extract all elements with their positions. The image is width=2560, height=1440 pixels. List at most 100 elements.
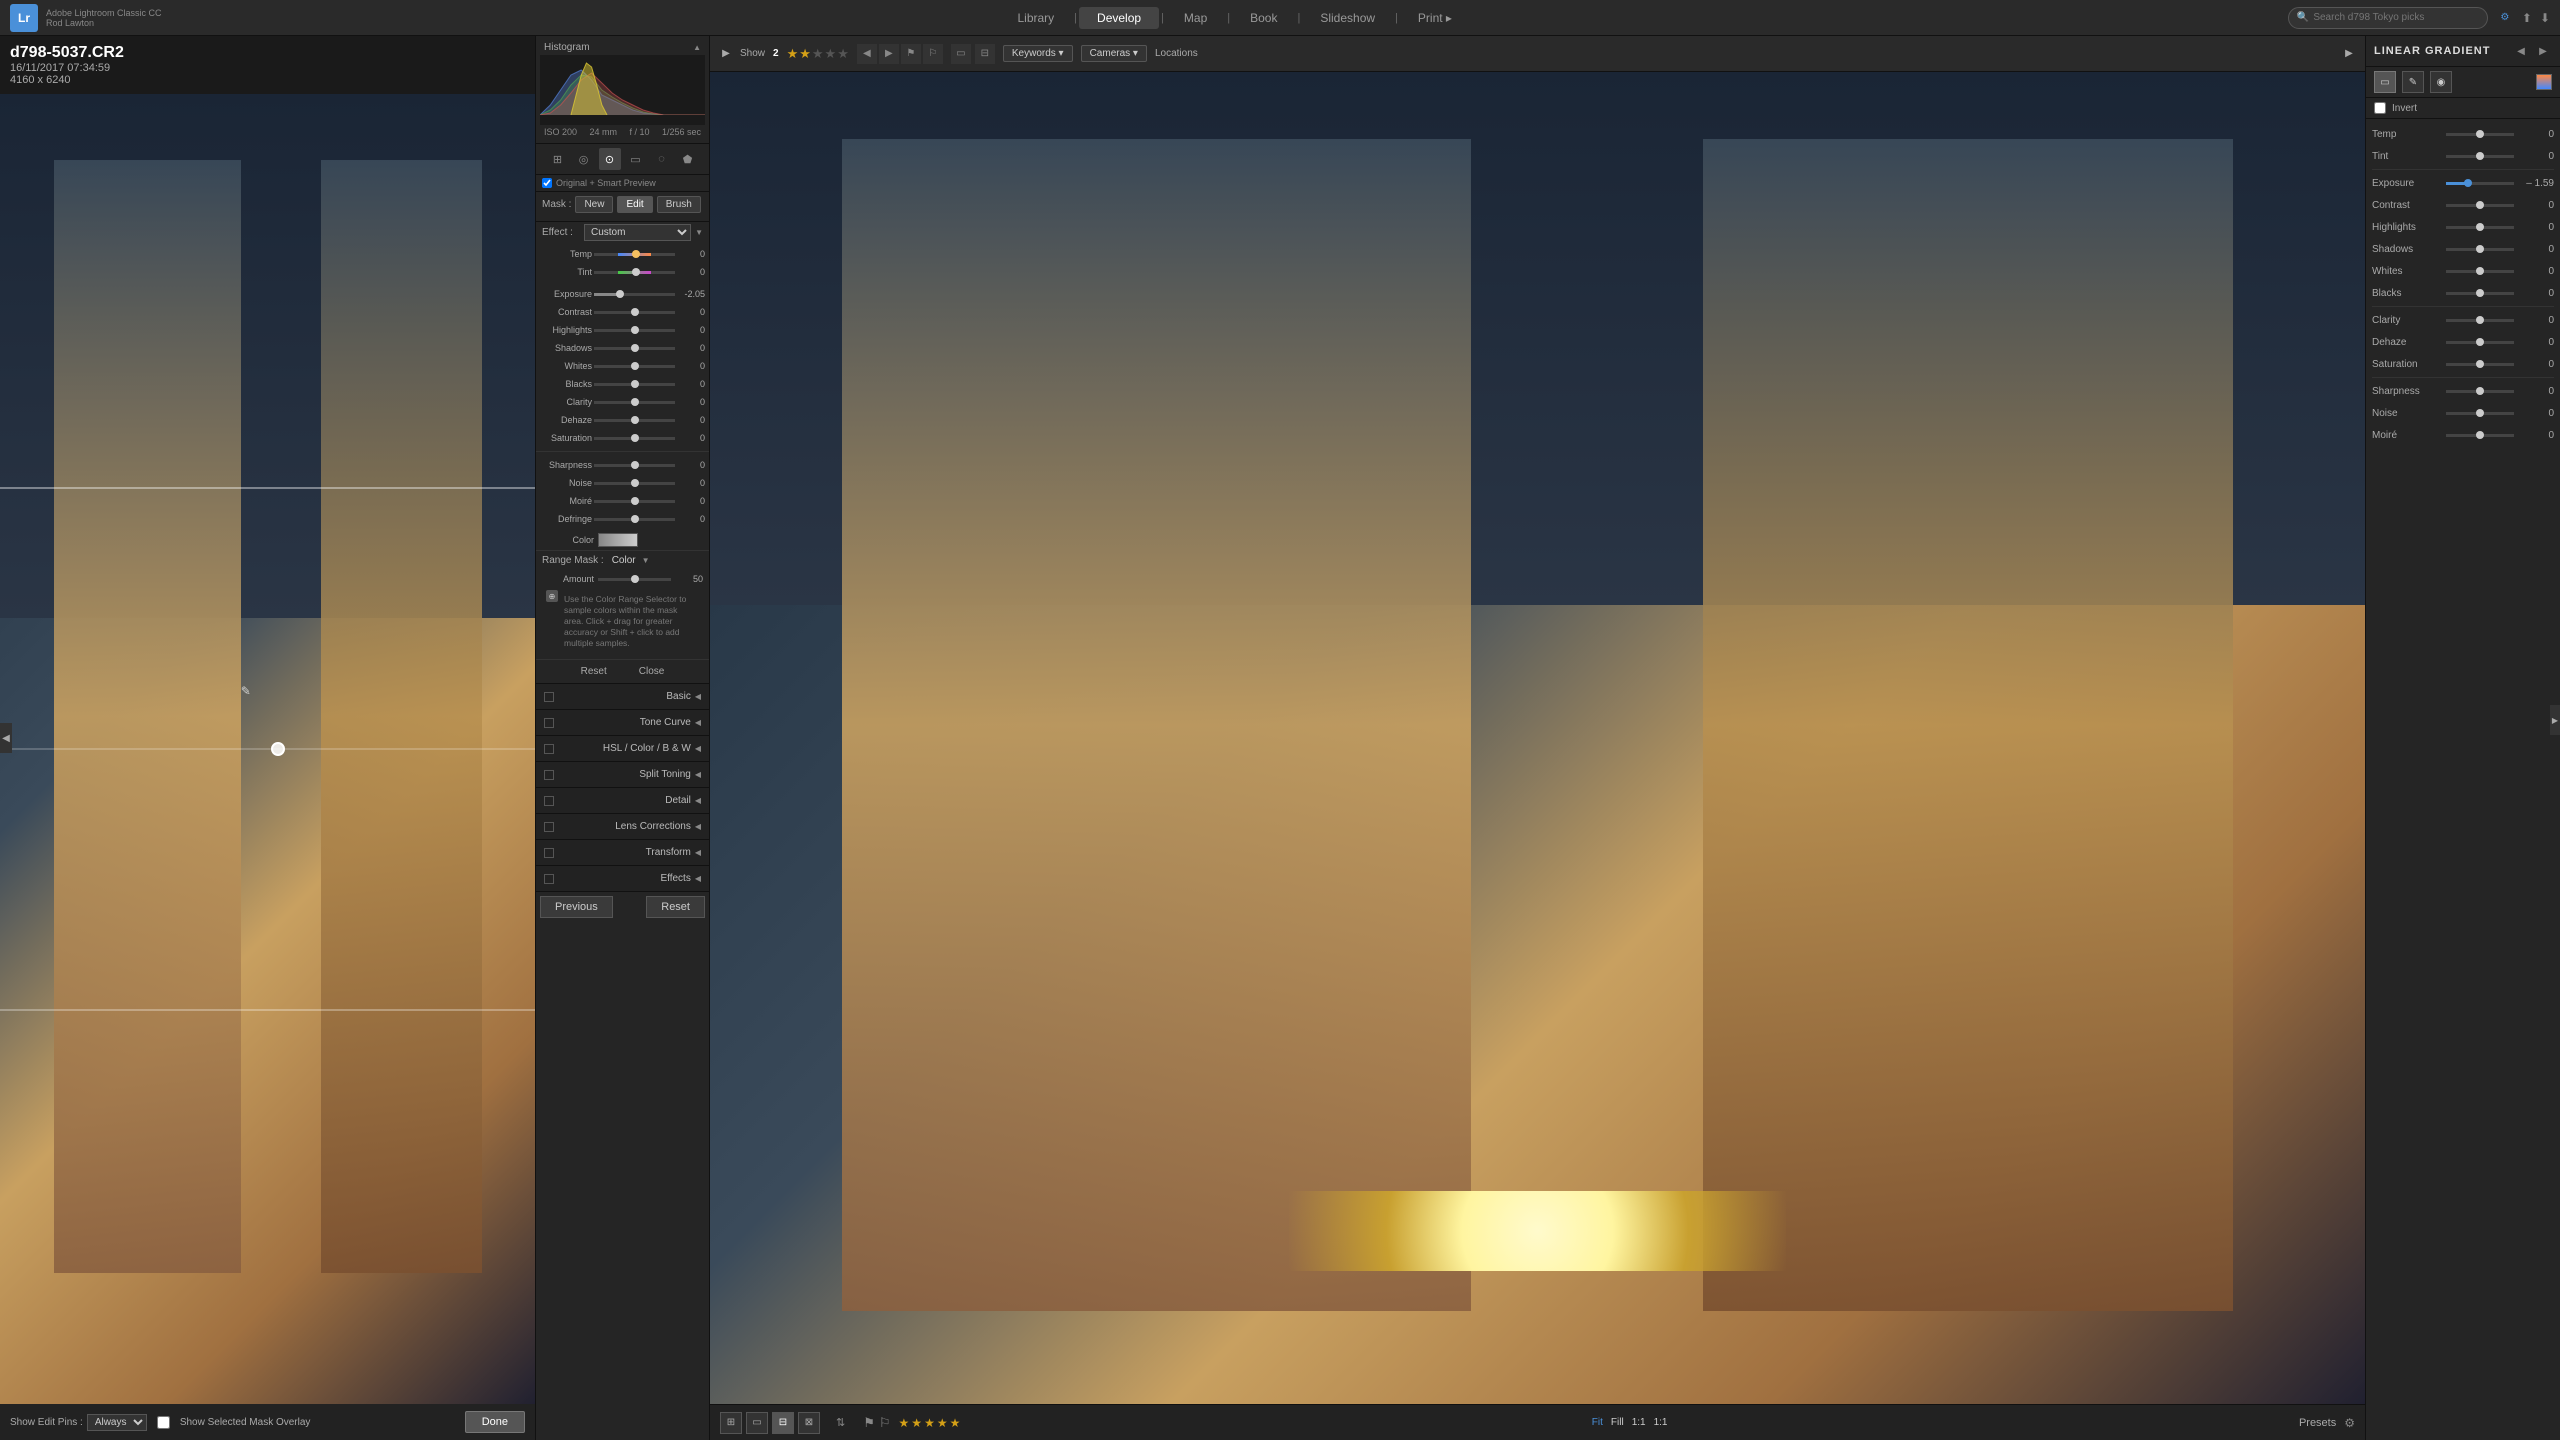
split-toning-toggle[interactable] [544,770,554,780]
tab-map[interactable]: Map [1166,7,1225,29]
fill-zoom[interactable]: Fill [1611,1417,1624,1428]
rp-shadows-track[interactable] [2446,248,2514,251]
red-eye-tool[interactable]: ⊙ [599,148,621,170]
filter-icon[interactable]: ⚙ [2496,9,2514,27]
rp-exposure-track[interactable] [2446,182,2514,185]
zoom-level[interactable]: 1:1 [1654,1417,1668,1428]
effects-toggle[interactable] [544,874,554,884]
previous-button[interactable]: Previous [540,896,613,918]
shadows-track[interactable] [594,347,675,350]
saturation-track[interactable] [594,437,675,440]
rp-highlights-track[interactable] [2446,226,2514,229]
one-to-one-zoom[interactable]: 1:1 [1632,1417,1646,1428]
tab-book[interactable]: Book [1232,7,1295,29]
smart-preview-checkbox[interactable] [542,178,552,188]
sort-button[interactable]: ⇅ [836,1416,845,1429]
invert-checkbox[interactable] [2374,102,2386,114]
survey-view-icon[interactable]: ⊠ [798,1412,820,1434]
rp-clarity-track[interactable] [2446,319,2514,322]
amount-track[interactable] [598,578,671,581]
compare-view-icon[interactable]: ⊟ [975,44,995,64]
fit-zoom[interactable]: Fit [1592,1417,1603,1428]
reset-all-button[interactable]: Reset [646,896,705,918]
exposure-track[interactable] [594,293,675,296]
settings-icon[interactable]: ⚙ [2344,1416,2355,1430]
done-button[interactable]: Done [465,1411,525,1433]
transform-section-header[interactable]: Transform ◀ [536,839,709,865]
show-edit-pins-select[interactable]: Always Never Auto [87,1414,147,1431]
detail-toggle[interactable] [544,796,554,806]
range-mask-dropdown-icon[interactable]: ▼ [642,556,650,565]
contrast-track[interactable] [594,311,675,314]
split-toning-section-header[interactable]: Split Toning ◀ [536,761,709,787]
flag-bottom-icon[interactable]: ⚑ [863,1415,875,1431]
adjustment-brush-tool[interactable]: ⬟ [677,148,699,170]
sharpness-track[interactable] [594,464,675,467]
rp-noise-track[interactable] [2446,412,2514,415]
close-button[interactable]: Close [633,664,671,679]
star-1[interactable]: ★ [787,46,799,62]
flag-icon[interactable]: ⚑ [901,44,921,64]
rp-whites-track[interactable] [2446,270,2514,273]
grid-view-icon[interactable]: ⊞ [720,1412,742,1434]
lens-toggle[interactable] [544,822,554,832]
download-icon[interactable]: ⬇ [2540,11,2550,25]
hsl-section-header[interactable]: HSL / Color / B & W ◀ [536,735,709,761]
lens-corrections-section-header[interactable]: Lens Corrections ◀ [536,813,709,839]
bottom-star-3[interactable]: ★ [924,1416,935,1430]
crop-tool[interactable]: ⊞ [547,148,569,170]
spot-removal-tool[interactable]: ◎ [573,148,595,170]
tab-develop[interactable]: Develop [1079,7,1159,29]
compare-view-icon-2[interactable]: ⊟ [772,1412,794,1434]
detail-section-header[interactable]: Detail ◀ [536,787,709,813]
gradient-paint-tool[interactable]: ✎ [2402,71,2424,93]
mask-overlay-checkbox[interactable] [157,1416,170,1429]
search-input[interactable] [2313,12,2479,23]
clarity-track[interactable] [594,401,675,404]
tab-slideshow[interactable]: Slideshow [1302,7,1393,29]
rp-moire-track[interactable] [2446,434,2514,437]
cameras-button[interactable]: Cameras ▾ [1081,45,1147,62]
tint-track[interactable] [594,271,675,274]
reset-button[interactable]: Reset [575,664,613,679]
prev-nav-icon[interactable]: ◀ [857,44,877,64]
panel-back-icon[interactable]: ◀ [2512,42,2530,60]
bottom-star-4[interactable]: ★ [937,1416,948,1430]
transform-toggle[interactable] [544,848,554,858]
color-swatch[interactable] [598,533,638,547]
unflag-bottom-icon[interactable]: ⚐ [879,1415,891,1431]
tab-print[interactable]: Print ▸ [1400,7,1470,29]
expand-right-arrow[interactable]: ▶ [2343,44,2355,64]
effects-section-header[interactable]: Effects ◀ [536,865,709,891]
gradient-color-tool[interactable]: ◉ [2430,71,2452,93]
expand-left-arrow[interactable]: ◀ [0,723,12,753]
effect-select[interactable]: Custom Lighten Darken [584,224,691,241]
upload-icon[interactable]: ⬆ [2522,11,2532,25]
brush-button[interactable]: Brush [657,196,701,213]
rp-contrast-track[interactable] [2446,204,2514,207]
radial-filter-tool[interactable]: ◌ [651,148,673,170]
blacks-track[interactable] [594,383,675,386]
expand-right-left-arrow[interactable]: ▶ [720,44,732,64]
bottom-star-5[interactable]: ★ [950,1416,961,1430]
star-2[interactable]: ★ [799,46,811,62]
rp-sharpness-track[interactable] [2446,390,2514,393]
hsl-toggle[interactable] [544,744,554,754]
loupe-view-icon[interactable]: ▭ [746,1412,768,1434]
whites-track[interactable] [594,365,675,368]
rp-saturation-track[interactable] [2446,363,2514,366]
tab-library[interactable]: Library [999,7,1072,29]
rp-tint-track[interactable] [2446,155,2514,158]
graduated-filter-tool[interactable]: ▭ [625,148,647,170]
highlights-track[interactable] [594,329,675,332]
rp-dehaze-track[interactable] [2446,341,2514,344]
edit-button[interactable]: Edit [617,196,652,213]
rp-temp-track[interactable] [2446,133,2514,136]
dehaze-track[interactable] [594,419,675,422]
bottom-star-2[interactable]: ★ [911,1416,922,1430]
star-4[interactable]: ★ [825,46,837,62]
new-button[interactable]: New [575,196,613,213]
bottom-star-1[interactable]: ★ [899,1416,910,1430]
histogram-collapse-icon[interactable]: ▲ [693,43,701,52]
single-view-icon[interactable]: ▭ [951,44,971,64]
